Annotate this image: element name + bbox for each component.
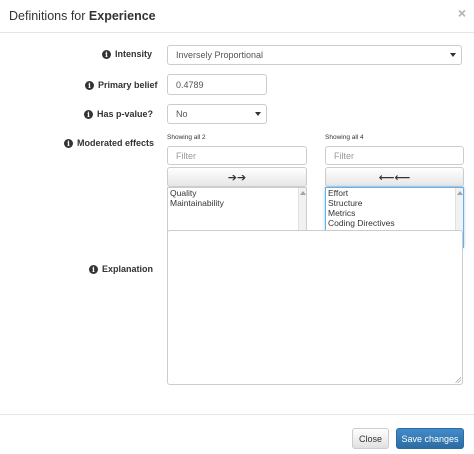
primary-belief-value: 0.4789 xyxy=(176,79,204,90)
modal-footer: Close Save changes xyxy=(0,414,474,454)
available-filter-placeholder: Filter xyxy=(334,150,354,161)
chevron-down-icon xyxy=(255,112,261,116)
list-option[interactable]: Maintainability xyxy=(168,198,306,208)
info-icon: i xyxy=(84,109,93,119)
chevron-down-icon xyxy=(450,53,456,57)
has-pvalue-select-value: No xyxy=(176,109,188,119)
save-changes-button[interactable]: Save changes xyxy=(396,428,464,449)
selected-filter-input[interactable]: Filter xyxy=(167,146,307,165)
resize-grip-icon[interactable] xyxy=(455,377,461,383)
explanation-textarea[interactable] xyxy=(167,230,463,385)
selected-status: Showing all 2 xyxy=(167,134,206,141)
info-icon: i xyxy=(102,49,111,59)
add-selected-button[interactable]: ⟵⟵ xyxy=(325,167,464,187)
selected-filter-placeholder: Filter xyxy=(176,150,196,161)
list-option[interactable]: Quality xyxy=(168,188,306,198)
primary-belief-label: i Primary belief xyxy=(85,80,158,90)
available-filter-input[interactable]: Filter xyxy=(325,146,464,165)
remove-selected-button[interactable]: ➔➔ xyxy=(167,167,307,187)
intensity-label: i Intensity xyxy=(102,49,152,59)
arrows-right-icon: ➔➔ xyxy=(227,171,247,184)
has-pvalue-label-text: Has p-value? xyxy=(97,109,154,119)
arrows-left-icon: ⟵⟵ xyxy=(378,171,411,184)
primary-belief-label-text: Primary belief xyxy=(98,80,158,90)
scroll-up-icon[interactable] xyxy=(300,191,306,195)
has-pvalue-select[interactable]: No xyxy=(167,104,267,124)
close-icon[interactable]: × xyxy=(458,6,466,20)
moderated-effects-label: i Moderated effects xyxy=(64,138,154,148)
modal-header: Definitions for Experience × xyxy=(0,0,474,33)
has-pvalue-label: i Has p-value? xyxy=(84,109,153,119)
intensity-select-value: Inversely Proportional xyxy=(176,50,264,60)
list-option[interactable]: Effort xyxy=(326,188,463,198)
list-option[interactable]: Structure xyxy=(326,198,463,208)
scroll-up-icon[interactable] xyxy=(457,191,463,195)
intensity-select[interactable]: Inversely Proportional xyxy=(167,45,462,65)
list-option[interactable]: Coding Directives xyxy=(326,218,463,228)
modal-title-prefix: Definitions for xyxy=(9,9,89,23)
close-button[interactable]: Close xyxy=(352,428,389,449)
available-status: Showing all 4 xyxy=(325,134,364,141)
modal-title-subject: Experience xyxy=(88,9,156,23)
info-icon: i xyxy=(64,138,73,148)
definitions-modal: Definitions for Experience × i Intensity… xyxy=(0,0,474,454)
moderated-effects-label-text: Moderated effects xyxy=(77,138,155,148)
info-icon: i xyxy=(85,80,94,90)
explanation-label-text: Explanation xyxy=(102,264,154,274)
explanation-label: i Explanation xyxy=(89,264,153,274)
intensity-label-text: Intensity xyxy=(115,49,153,59)
list-option[interactable]: Metrics xyxy=(326,208,463,218)
primary-belief-input[interactable]: 0.4789 xyxy=(167,74,267,95)
modal-title: Definitions for Experience xyxy=(9,9,156,23)
info-icon: i xyxy=(89,264,98,274)
